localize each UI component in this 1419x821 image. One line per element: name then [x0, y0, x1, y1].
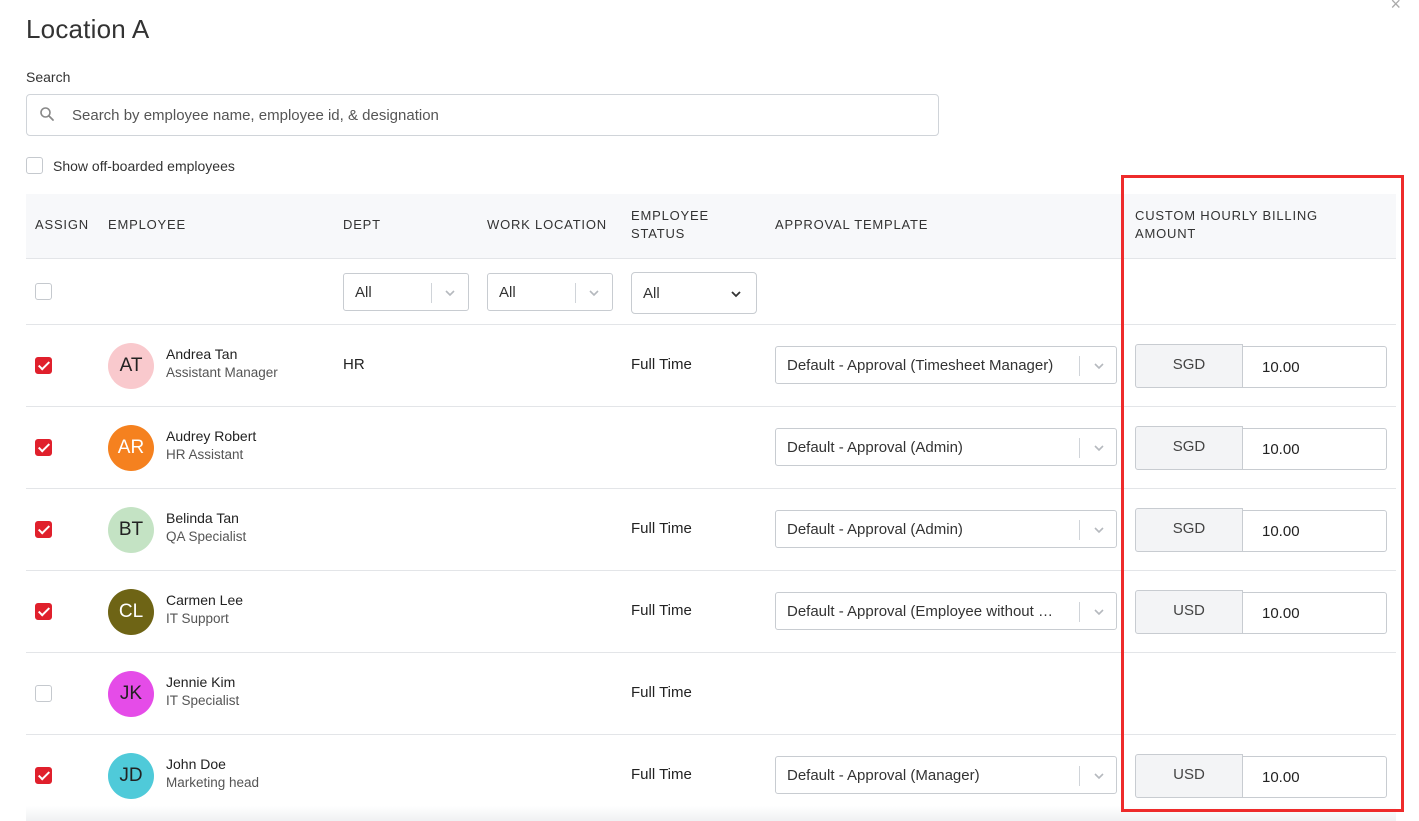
employee-designation: HR Assistant	[166, 447, 244, 462]
employee-name: Belinda Tan	[166, 510, 239, 526]
select-separator	[1079, 602, 1080, 622]
search-icon	[39, 106, 55, 122]
chevron-down-icon	[587, 286, 601, 300]
show-offboarded-toggle[interactable]: Show off-boarded employees	[26, 157, 235, 174]
approval-template-select[interactable]: Default - Approval (Employee without …	[775, 592, 1117, 630]
select-separator	[1079, 356, 1080, 376]
employee-status-filter[interactable]: All	[631, 272, 757, 314]
billing-column-highlight	[1121, 175, 1404, 812]
col-assign: ASSIGN	[35, 217, 89, 232]
employee-status: Full Time	[631, 602, 692, 619]
chevron-down-icon	[1092, 523, 1106, 537]
employee-designation: Marketing head	[166, 775, 260, 790]
assign-checkbox[interactable]	[35, 767, 52, 784]
select-separator	[1079, 520, 1080, 540]
chevron-down-icon	[1092, 359, 1106, 373]
col-employee-status: EMPLOYEE STATUS	[631, 207, 709, 243]
employee-status: Full Time	[631, 684, 692, 701]
avatar: AR	[108, 425, 154, 471]
col-employee: EMPLOYEE	[108, 217, 186, 232]
avatar: AT	[108, 343, 154, 389]
search-label: Search	[26, 69, 71, 85]
chevron-down-icon	[1092, 441, 1106, 455]
work-location-filter[interactable]: All	[487, 273, 613, 311]
close-icon[interactable]: ×	[1390, 0, 1401, 15]
approval-template-value: Default - Approval (Manager)	[787, 767, 980, 784]
approval-template-select[interactable]: Default - Approval (Manager)	[775, 756, 1117, 794]
select-separator	[575, 283, 576, 303]
dept-filter[interactable]: All	[343, 273, 469, 311]
approval-template-select[interactable]: Default - Approval (Timesheet Manager)	[775, 346, 1117, 384]
employee-name: Andrea Tan	[166, 346, 238, 362]
chevron-down-icon	[1092, 605, 1106, 619]
employee-designation: Assistant Manager	[166, 365, 278, 380]
col-work-location: WORK LOCATION	[487, 217, 607, 232]
search-box[interactable]	[26, 94, 939, 136]
col-employee-status-line1: EMPLOYEE	[631, 208, 709, 223]
col-approval-template: APPROVAL TEMPLATE	[775, 217, 929, 232]
col-employee-status-line2: STATUS	[631, 226, 686, 241]
dept-filter-value: All	[355, 284, 372, 301]
employee-designation: IT Specialist	[166, 693, 240, 708]
employee-name: John Doe	[166, 756, 226, 772]
assign-checkbox[interactable]	[35, 603, 52, 620]
approval-template-value: Default - Approval (Admin)	[787, 521, 963, 538]
employee-dept: HR	[343, 356, 365, 373]
modal-title: Location A	[26, 14, 150, 44]
employee-name: Audrey Robert	[166, 428, 257, 444]
select-separator	[431, 283, 432, 303]
assign-checkbox[interactable]	[35, 685, 52, 702]
assign-checkbox[interactable]	[35, 357, 52, 374]
assign-checkbox[interactable]	[35, 521, 52, 538]
avatar: CL	[108, 589, 154, 635]
avatar: JK	[108, 671, 154, 717]
employee-status: Full Time	[631, 356, 692, 373]
select-all-checkbox[interactable]	[35, 283, 52, 300]
approval-template-value: Default - Approval (Employee without …	[787, 603, 1053, 620]
work-location-filter-value: All	[499, 284, 516, 301]
select-separator	[1079, 438, 1080, 458]
approval-template-value: Default - Approval (Timesheet Manager)	[787, 357, 1054, 374]
select-separator	[1079, 766, 1080, 786]
col-dept: DEPT	[343, 217, 381, 232]
approval-template-select[interactable]: Default - Approval (Admin)	[775, 510, 1117, 548]
chevron-down-icon	[443, 286, 457, 300]
approval-template-select[interactable]: Default - Approval (Admin)	[775, 428, 1117, 466]
employee-status: Full Time	[631, 520, 692, 537]
employee-name: Carmen Lee	[166, 592, 244, 608]
approval-template-value: Default - Approval (Admin)	[787, 439, 963, 456]
search-input[interactable]	[72, 95, 922, 135]
chevron-down-icon	[729, 287, 743, 301]
employee-designation: IT Support	[166, 611, 229, 626]
show-offboarded-label: Show off-boarded employees	[53, 157, 235, 174]
show-offboarded-checkbox[interactable]	[26, 157, 43, 174]
employee-status: Full Time	[631, 766, 692, 783]
avatar: BT	[108, 507, 154, 553]
employee-designation: QA Specialist	[166, 529, 247, 544]
employee-name: Jennie Kim	[166, 674, 236, 690]
avatar: JD	[108, 753, 154, 799]
employee-status-filter-value: All	[643, 285, 660, 302]
chevron-down-icon	[1092, 769, 1106, 783]
assign-checkbox[interactable]	[35, 439, 52, 456]
